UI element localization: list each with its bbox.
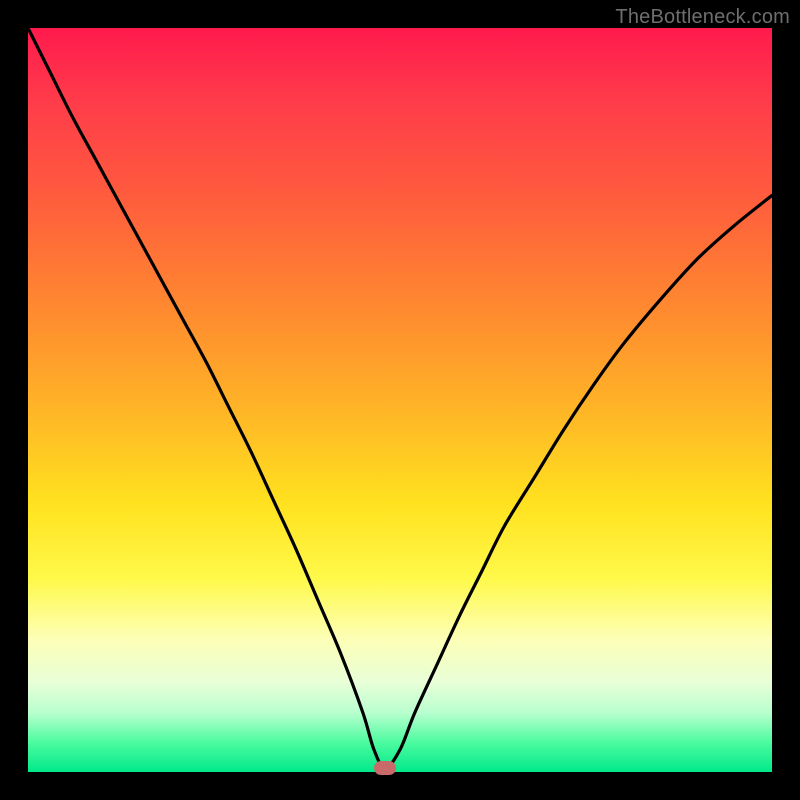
chart-frame: TheBottleneck.com (0, 0, 800, 800)
bottleneck-curve (28, 28, 772, 772)
watermark-text: TheBottleneck.com (615, 6, 790, 29)
optimum-marker (374, 761, 396, 775)
plot-area (28, 28, 772, 772)
